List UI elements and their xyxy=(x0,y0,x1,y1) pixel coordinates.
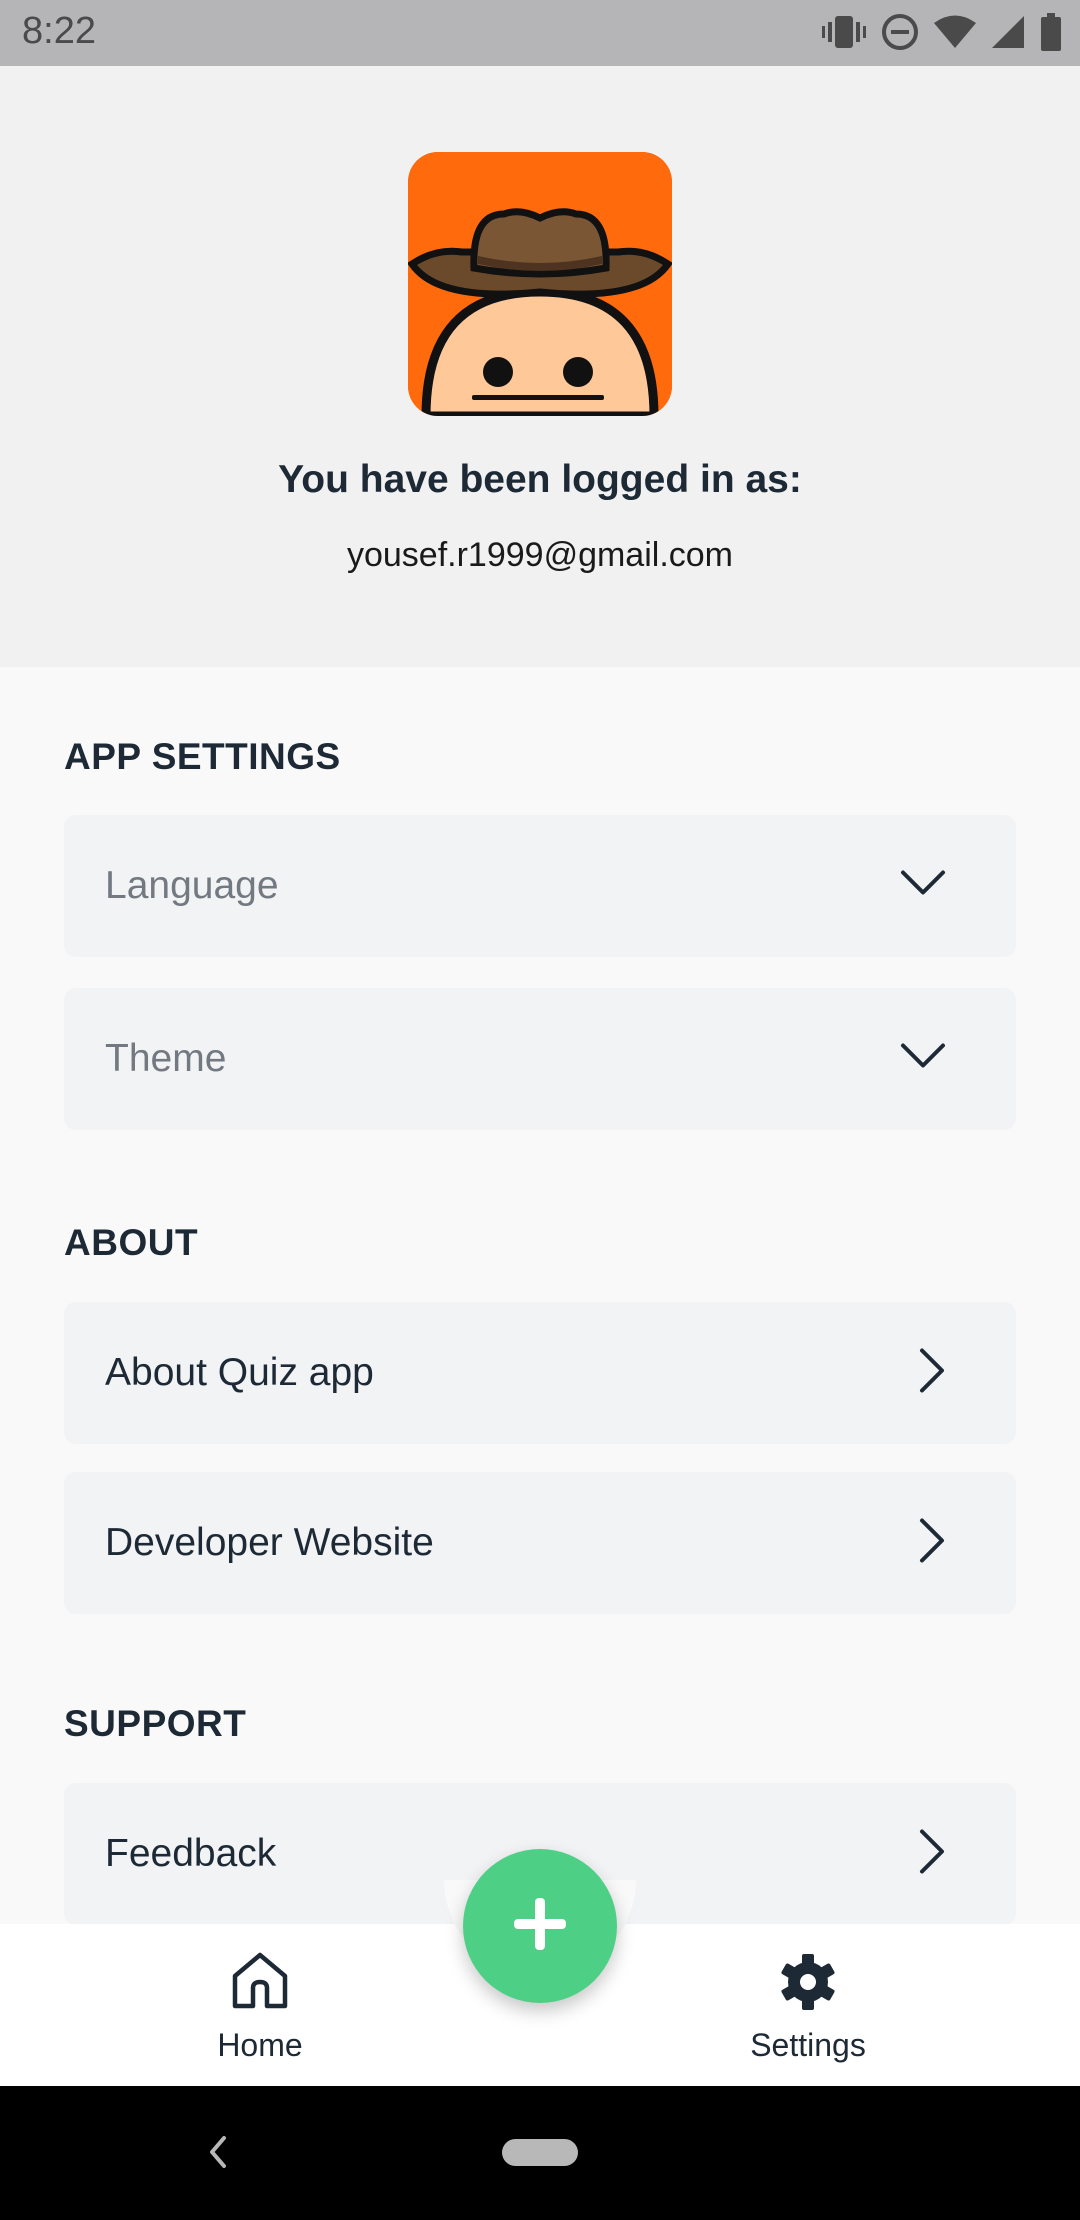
language-label: Language xyxy=(105,864,279,907)
about-quiz-app-item[interactable]: About Quiz app xyxy=(64,1302,1016,1444)
section-title-app-settings: APP SETTINGS xyxy=(64,736,341,777)
developer-website-item[interactable]: Developer Website xyxy=(64,1472,1016,1614)
do-not-disturb-icon xyxy=(880,12,920,52)
back-icon[interactable] xyxy=(206,2132,230,2177)
add-quiz-fab[interactable] xyxy=(463,1849,617,2003)
chevron-right-icon xyxy=(918,1829,946,1880)
theme-dropdown[interactable]: Theme xyxy=(64,988,1016,1130)
chevron-right-icon xyxy=(918,1348,946,1399)
home-pill-button[interactable] xyxy=(502,2139,578,2166)
battery-icon xyxy=(1040,13,1062,51)
user-email: yousef.r1999@gmail.com xyxy=(346,536,734,574)
login-heading: You have been logged in as: xyxy=(278,458,802,501)
nav-home-label: Home xyxy=(217,2027,303,2063)
theme-label: Theme xyxy=(105,1037,227,1080)
cowboy-avatar-illustration xyxy=(408,152,672,416)
section-title-about: ABOUT xyxy=(64,1222,199,1263)
nav-settings[interactable]: Settings xyxy=(708,1952,908,2064)
feedback-label: Feedback xyxy=(105,1832,277,1875)
section-title-support: SUPPORT xyxy=(64,1703,247,1744)
nav-home[interactable]: Home xyxy=(160,1950,360,2064)
vibrate-icon xyxy=(822,12,866,52)
gear-icon xyxy=(778,1954,838,2016)
profile-header: You have been logged in as: yousef.r1999… xyxy=(0,66,1080,667)
developer-website-label: Developer Website xyxy=(105,1521,434,1564)
wifi-icon xyxy=(934,14,976,50)
system-navigation-bar xyxy=(0,2086,1080,2220)
signal-icon xyxy=(990,14,1026,50)
chevron-right-icon xyxy=(918,1518,946,1569)
status-icons xyxy=(822,12,1062,52)
home-icon xyxy=(229,1952,291,2016)
avatar xyxy=(408,152,672,416)
chevron-down-icon xyxy=(900,1043,946,1076)
about-quiz-app-label: About Quiz app xyxy=(105,1351,374,1394)
status-bar: 8:22 xyxy=(0,0,1080,66)
status-time: 8:22 xyxy=(22,10,96,52)
plus-icon xyxy=(510,1894,570,1959)
language-dropdown[interactable]: Language xyxy=(64,815,1016,957)
nav-settings-label: Settings xyxy=(750,2027,866,2063)
chevron-down-icon xyxy=(900,870,946,903)
